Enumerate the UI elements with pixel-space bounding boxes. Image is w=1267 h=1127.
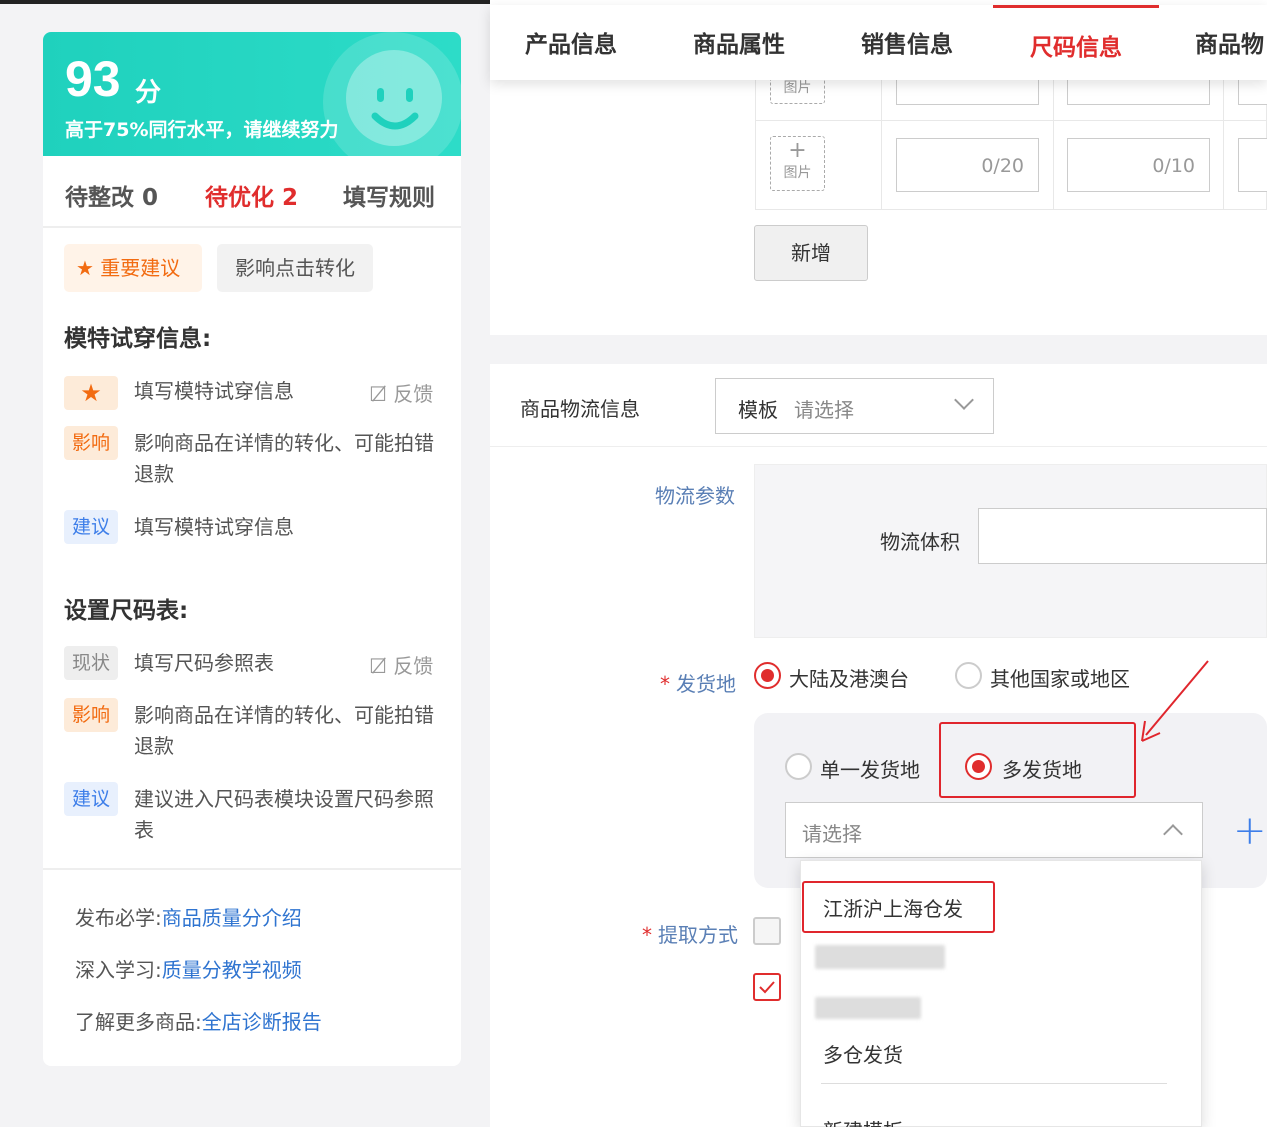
table-col-divider: [881, 60, 882, 210]
item-text: 影响商品在详情的转化、可能拍错退款: [134, 431, 434, 486]
image-label: 图片: [783, 165, 812, 181]
filter-important-label: 重要建议: [100, 256, 181, 280]
store-report-link[interactable]: 全店诊断报告: [202, 1010, 322, 1034]
radio-mainland-label: 大陆及港澳台: [789, 667, 909, 691]
pickup-checkbox-checked[interactable]: [753, 973, 781, 1001]
blurred-item[interactable]: [815, 997, 921, 1019]
impact-badge: 影响: [64, 426, 118, 460]
warehouse-select[interactable]: 请选择: [785, 802, 1203, 858]
size-field-counter[interactable]: 0/10: [1067, 138, 1210, 192]
volume-label: 物流体积: [880, 530, 960, 554]
score-value: 93: [65, 51, 121, 107]
filter-important-suggestion[interactable]: ★ 重要建议: [64, 244, 202, 292]
feedback-link[interactable]: ☐̸ 反馈: [369, 650, 433, 679]
tab-pending-optimize[interactable]: 待优化 2: [205, 178, 298, 212]
section-title-size-chart: 设置尺码表:: [64, 598, 189, 624]
radio-single-warehouse-label: 单一发货地: [820, 758, 920, 782]
check-icon: [759, 981, 775, 994]
required-mark: *: [642, 923, 652, 947]
table-row-divider: [755, 120, 1267, 121]
radio-other-region[interactable]: [955, 662, 982, 689]
radio-single-warehouse[interactable]: [785, 753, 812, 780]
ship-from-label: * 发货地: [660, 668, 736, 697]
pickup-label: * 提取方式: [642, 919, 738, 948]
chevron-up-icon: [1163, 824, 1183, 844]
score-description: 高于75%同行水平，请继续努力: [65, 119, 339, 141]
star-icon: ★: [64, 376, 118, 410]
size-field[interactable]: [1238, 138, 1267, 192]
size-field-counter[interactable]: 0/20: [896, 138, 1039, 192]
blurred-item[interactable]: [815, 945, 945, 969]
learning-row: 深入学习:质量分教学视频: [75, 954, 302, 983]
tab-fill-rules[interactable]: 填写规则: [343, 178, 435, 212]
edit-icon: ☐̸: [369, 654, 387, 678]
item-text: 填写模特试穿信息: [134, 515, 294, 539]
dropdown-divider: [821, 1083, 1167, 1084]
add-row-button[interactable]: 新增: [754, 225, 868, 281]
warehouse-placeholder: 请选择: [802, 822, 862, 846]
tab-product-info[interactable]: 产品信息: [525, 5, 617, 80]
star-icon: ★: [76, 256, 101, 280]
dropdown-item-new[interactable]: 新建模板: [823, 1115, 903, 1127]
annotation-highlight-box: [802, 881, 995, 933]
add-warehouse-icon[interactable]: +: [1233, 808, 1267, 854]
template-prefix: 模板: [738, 398, 778, 422]
dropdown-item-multi[interactable]: 多仓发货: [823, 1039, 903, 1068]
status-tabs: 待整改 0 待优化 2 填写规则: [43, 156, 461, 228]
quality-score-panel: 93 分 高于75%同行水平，请继续努力 待整改 0 待优化 2 填写规则 ★ …: [43, 32, 461, 1066]
learning-prefix: 发布必学:: [75, 906, 162, 930]
learning-row: 了解更多商品:全店诊断报告: [75, 1006, 322, 1035]
learning-prefix: 了解更多商品:: [75, 1010, 202, 1034]
tab-product-attributes[interactable]: 商品属性: [693, 5, 785, 80]
ship-from-text: 发货地: [676, 672, 736, 696]
annotation-highlight-box: [939, 722, 1136, 798]
smiley-icon: [371, 88, 419, 130]
learning-row: 发布必学:商品质量分介绍: [75, 902, 302, 931]
feedback-label: 反馈: [393, 654, 434, 678]
plus-icon: +: [788, 138, 807, 163]
status-badge: 现状: [64, 646, 118, 680]
logistics-info-label: 商品物流信息: [520, 397, 640, 421]
divider: [43, 868, 461, 870]
suggest-badge: 建议: [64, 510, 118, 544]
quality-intro-link[interactable]: 商品质量分介绍: [162, 906, 302, 930]
tab-size-info[interactable]: 尺码信息: [993, 5, 1159, 80]
learning-prefix: 深入学习:: [75, 958, 162, 982]
item-text: 影响商品在详情的转化、可能拍错退款: [134, 703, 434, 758]
score-card: 93 分 高于75%同行水平，请继续努力: [43, 32, 461, 156]
section-nav: 产品信息 商品属性 销售信息 尺码信息 商品物: [490, 5, 1267, 80]
annotation-arrow-icon: [1141, 660, 1209, 742]
table-col-divider: [1223, 60, 1224, 210]
tab-sales-info[interactable]: 销售信息: [861, 5, 953, 80]
tab-logistics[interactable]: 商品物: [1195, 5, 1264, 80]
feedback-label: 反馈: [393, 382, 434, 406]
required-mark: *: [660, 672, 670, 696]
section-title-model: 模特试穿信息:: [64, 326, 212, 352]
radio-mainland[interactable]: [754, 662, 781, 689]
pickup-checkbox[interactable]: [753, 917, 781, 945]
volume-input[interactable]: [978, 508, 1267, 564]
template-placeholder: 请选择: [794, 398, 854, 422]
quality-video-link[interactable]: 质量分教学视频: [162, 958, 302, 982]
score-unit: 分: [135, 78, 162, 108]
feedback-link[interactable]: ☐̸ 反馈: [369, 378, 433, 407]
suggest-badge: 建议: [64, 782, 118, 816]
logistics-params-label: 物流参数: [655, 484, 735, 508]
impact-badge: 影响: [64, 698, 118, 732]
item-text: 建议进入尺码表模块设置尺码参照表: [134, 787, 434, 842]
edit-icon: ☐̸: [369, 382, 387, 406]
filter-impact-click[interactable]: 影响点击转化: [217, 244, 373, 292]
radio-other-region-label: 其他国家或地区: [990, 667, 1130, 691]
divider: [490, 446, 1267, 447]
logistics-template-select[interactable]: 模板 请选择: [715, 378, 994, 434]
pickup-text: 提取方式: [658, 923, 738, 947]
image-upload[interactable]: + 图片: [770, 136, 825, 191]
tab-pending-fix[interactable]: 待整改 0: [65, 178, 158, 212]
chevron-down-icon: [954, 390, 974, 410]
